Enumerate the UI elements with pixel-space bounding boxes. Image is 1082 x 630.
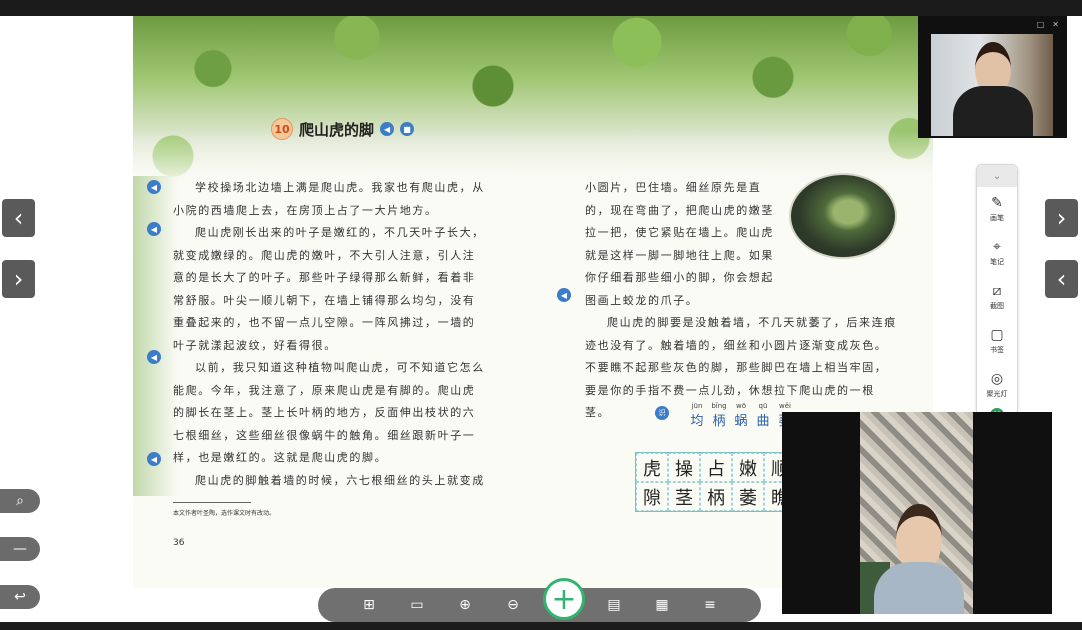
footnote-divider bbox=[173, 502, 251, 503]
spotlight-icon: ◎ bbox=[990, 371, 1004, 387]
next-page-button-right[interactable]: › bbox=[1045, 199, 1078, 237]
paragraph: 爬山虎刚长出来的叶子是嫩红的，不几天叶子长大，就变成嫩绿的。爬山虎的嫩叶，不大引… bbox=[173, 226, 485, 352]
top-system-bar bbox=[0, 0, 1082, 16]
add-button[interactable]: + bbox=[543, 578, 585, 620]
zoom-out-icon[interactable]: ⊖ bbox=[502, 595, 524, 615]
speaker-icon[interactable]: ◀ bbox=[147, 350, 161, 364]
grid-cell[interactable]: 隙 bbox=[636, 482, 668, 511]
speaker-icon[interactable]: ◀ bbox=[147, 180, 161, 194]
play-audio-icon[interactable]: ◀ bbox=[380, 122, 395, 136]
chevron-down-icon[interactable]: ⌄ bbox=[977, 165, 1017, 187]
screenshot-tool[interactable]: ⧄ 截图 bbox=[977, 275, 1017, 319]
teacher-video-feed bbox=[931, 34, 1053, 136]
grid-cell[interactable]: 茎 bbox=[668, 482, 700, 511]
close-icon[interactable]: ✕ bbox=[1052, 20, 1059, 29]
ivy-wall-illustration bbox=[133, 16, 933, 191]
video-icon[interactable]: ■ bbox=[400, 122, 415, 136]
back-icon[interactable]: ↩ bbox=[0, 585, 40, 609]
menu-icon[interactable]: ≡ bbox=[699, 595, 721, 615]
zoom-out-button[interactable]: — bbox=[0, 537, 40, 561]
search-icon[interactable]: ⌕ bbox=[0, 489, 40, 513]
pin-icon: ⌖ bbox=[993, 239, 1001, 255]
bookmark-tool[interactable]: ▢ 书签 bbox=[977, 319, 1017, 363]
pen-tool[interactable]: ✎ 画笔 bbox=[977, 187, 1017, 231]
bottom-toolbar: ⊞ ▭ ⊕ ⊖ ▤ ▦ ≡ bbox=[318, 588, 761, 622]
speaker-icon[interactable]: ◀ bbox=[147, 452, 161, 466]
page-number: 36 bbox=[173, 538, 185, 548]
next-page-button[interactable]: › bbox=[2, 260, 35, 298]
lesson-number: 10 bbox=[271, 118, 293, 140]
grid-row: 虎 操 占 嫩 顺 bbox=[636, 453, 796, 482]
pen-icon: ✎ bbox=[991, 195, 1003, 211]
speaker-icon[interactable]: ◀ bbox=[557, 288, 571, 302]
paragraph: 爬山虎的脚触着墙的时候，六七根细丝的头上就变成 bbox=[195, 473, 485, 487]
tool-panel: ⌄ ✎画笔 ⌖笔记 ⧄截图 ▢书签 ◎聚光灯 ✕ bbox=[976, 164, 1018, 422]
zoom-in-icon[interactable]: ⊕ bbox=[454, 595, 476, 615]
grid-row: 隙 茎 柄 萎 瞧 bbox=[636, 482, 796, 511]
spotlight-tool[interactable]: ◎ 聚光灯 bbox=[977, 363, 1017, 407]
bookmark-icon: ▢ bbox=[990, 327, 1004, 343]
vocab-word[interactable]: jūn 均 bbox=[688, 402, 706, 429]
grid-cell[interactable]: 占 bbox=[700, 453, 732, 482]
prev-page-button-right[interactable]: ‹ bbox=[1045, 260, 1078, 298]
footnote: 本文作者叶圣陶，选作课文时有改动。 bbox=[173, 510, 276, 517]
page-icon[interactable]: ▤ bbox=[603, 595, 625, 615]
vocab-badge[interactable]: 识 bbox=[655, 406, 669, 420]
video-window-controls: □ ✕ bbox=[918, 16, 1067, 32]
maximize-icon[interactable]: □ bbox=[1037, 20, 1045, 29]
teacher-video[interactable]: □ ✕ bbox=[918, 16, 1067, 138]
prev-page-button[interactable]: ‹ bbox=[2, 199, 35, 237]
vocab-word[interactable]: bǐng 柄 bbox=[710, 402, 728, 429]
vocab-list: jūn均 bǐng柄 wō蜗 qū曲 wěi萎 bbox=[688, 402, 794, 429]
paragraph: 以前，我只知道这种植物叫爬山虎，可不知道它怎么能爬。今年，我注意了，原来爬山虎是… bbox=[173, 361, 485, 464]
grid-cell[interactable]: 柄 bbox=[700, 482, 732, 511]
writing-grid: 虎 操 占 嫩 顺 隙 茎 柄 萎 瞧 bbox=[635, 452, 797, 512]
left-column-text: 学校操场北边墙上满是爬山虎。我家也有爬山虎，从小院的西墙爬上去，在房顶上占了一大… bbox=[173, 177, 485, 492]
catalog-icon[interactable]: ▦ bbox=[651, 595, 673, 615]
teacher-body bbox=[953, 86, 1033, 136]
vocab-word[interactable]: qū 曲 bbox=[754, 402, 772, 429]
bottom-system-bar bbox=[0, 622, 1082, 630]
student-video[interactable] bbox=[782, 412, 1052, 614]
student-video-feed bbox=[860, 412, 973, 614]
lesson-header: 10 爬山虎的脚 ◀ ■ bbox=[271, 118, 415, 140]
grid-cell[interactable]: 嫩 bbox=[732, 453, 764, 482]
grid-cell[interactable]: 萎 bbox=[732, 482, 764, 511]
speaker-icon[interactable]: ◀ bbox=[147, 222, 161, 236]
crop-icon: ⧄ bbox=[992, 283, 1002, 299]
lesson-title: 爬山虎的脚 bbox=[299, 120, 375, 139]
grid-cell[interactable]: 操 bbox=[668, 453, 700, 482]
paragraph: 学校操场北边墙上满是爬山虎。我家也有爬山虎，从小院的西墙爬上去，在房顶上占了一大… bbox=[173, 181, 485, 217]
note-tool[interactable]: ⌖ 笔记 bbox=[977, 231, 1017, 275]
grid-icon[interactable]: ⊞ bbox=[358, 595, 380, 615]
student-body bbox=[874, 562, 964, 614]
ivy-foot-photo bbox=[789, 173, 897, 259]
grid-cell[interactable]: 虎 bbox=[636, 453, 668, 482]
vocab-word[interactable]: wō 蜗 bbox=[732, 402, 750, 429]
screen-icon[interactable]: ▭ bbox=[406, 595, 428, 615]
